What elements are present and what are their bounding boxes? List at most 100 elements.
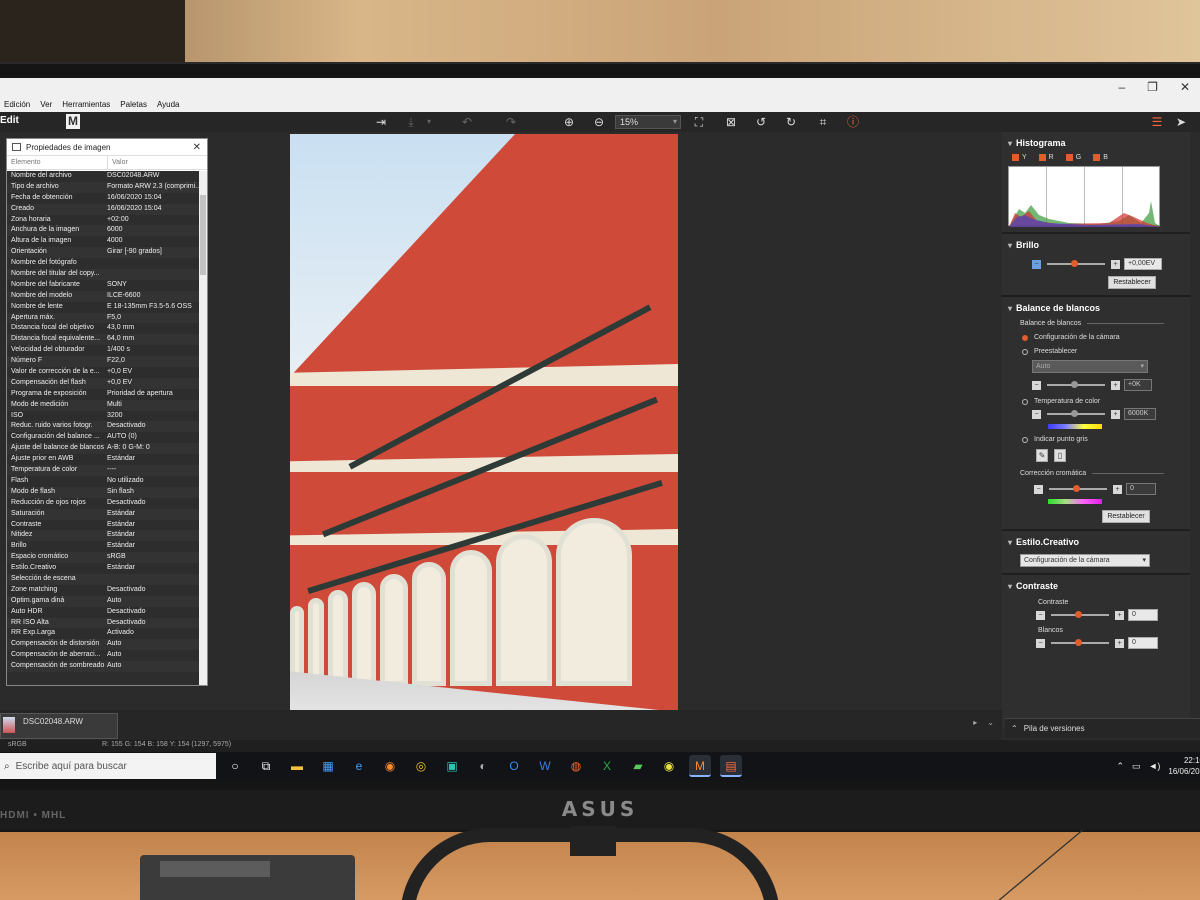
app-icon[interactable]: ◍ <box>565 755 587 777</box>
property-row[interactable]: Compensación del flash +0,0 EV <box>7 377 200 389</box>
chevron-up-icon[interactable]: ⌃ <box>1116 761 1124 772</box>
property-row[interactable]: RR Exp.Larga Activado <box>7 628 200 639</box>
property-row[interactable]: Ajuste prior en AWB Estándar <box>7 454 200 465</box>
property-row[interactable]: Espacio cromático sRGB <box>7 552 200 564</box>
property-row[interactable]: Selección de escena <box>7 573 200 585</box>
minus-icon[interactable]: − <box>1036 638 1045 648</box>
property-row[interactable]: Configuración del balance ... AUTO (0) <box>7 432 200 443</box>
app-icon[interactable]: ◐ <box>472 755 494 777</box>
tint-slider[interactable] <box>1049 485 1107 492</box>
filmstrip-item[interactable]: DSC02048.ARW <box>0 713 118 739</box>
channel-g-checkbox[interactable]: G <box>1065 154 1081 161</box>
slider-knob[interactable] <box>1071 410 1078 417</box>
word-icon[interactable]: W <box>534 755 556 777</box>
property-row[interactable]: Orientación Girar [-90 grados] <box>7 247 200 259</box>
taskbar-clock[interactable]: 22:10 16/06/202 <box>1168 755 1200 777</box>
scrollbar-thumb[interactable] <box>200 195 206 275</box>
cortana-icon[interactable]: ○ <box>224 755 246 777</box>
wb-camera-radio[interactable]: Configuración de la cámara <box>1002 334 1190 341</box>
property-row[interactable]: Velocidad del obturador 1/400 s <box>7 345 200 356</box>
property-row[interactable]: Número F F22,0 <box>7 356 200 368</box>
actual-size-icon[interactable]: ⊠ <box>722 114 740 130</box>
property-row[interactable]: Temperatura de color ---- <box>7 465 200 476</box>
property-row[interactable]: Distancia focal equivalente... 64,0 mm <box>7 334 200 346</box>
wb-temperature-value-field[interactable]: 6000K <box>1124 408 1156 420</box>
property-row[interactable]: Nombre del modelo ILCE-6600 <box>7 290 200 302</box>
eyedropper-icon[interactable]: ✎ <box>1036 449 1048 462</box>
property-row[interactable]: RR ISO Alta Desactivado <box>7 617 200 629</box>
rotate-left-icon[interactable]: ↺ <box>752 114 770 130</box>
whites-slider[interactable] <box>1051 639 1109 646</box>
property-row[interactable]: Brillo Estándar <box>7 541 200 552</box>
taskbar-search[interactable]: ⌕ Escribe aquí para buscar <box>0 753 216 779</box>
property-row[interactable]: Valor de corrección de la e... +0,0 EV <box>7 367 200 378</box>
photos-icon[interactable]: ▣ <box>441 755 463 777</box>
rotate-right-icon[interactable]: ↻ <box>782 114 800 130</box>
property-row[interactable]: Contraste Estándar <box>7 520 200 531</box>
property-row[interactable]: Zone matching Desactivado <box>7 585 200 596</box>
histogram-header[interactable]: ▾ Histograma <box>1002 136 1190 150</box>
plus-icon[interactable]: + <box>1111 259 1120 269</box>
wb-preset-radio[interactable]: Preestablecer <box>1002 348 1190 355</box>
network-icon[interactable]: ▭ <box>1132 761 1141 772</box>
minus-icon[interactable]: − <box>1032 380 1041 390</box>
tint-value-field[interactable]: 0 <box>1126 483 1156 495</box>
column-element[interactable]: Elemento <box>7 156 107 169</box>
chevron-down-icon[interactable]: ⌄ <box>987 718 994 727</box>
plus-icon[interactable]: + <box>1113 484 1122 494</box>
property-row[interactable]: Tipo de archivo Formato ARW 2.3 (comprimi… <box>7 181 200 193</box>
slider-knob[interactable] <box>1071 260 1078 267</box>
creative-style-header[interactable]: ▾ Estilo.Creativo <box>1002 535 1190 549</box>
channel-r-checkbox[interactable]: R <box>1038 154 1054 161</box>
plus-icon[interactable]: + <box>1111 380 1120 390</box>
property-row[interactable]: Anchura de la imagen 6000 <box>7 225 200 237</box>
save-dropdown-icon[interactable]: ▾ <box>424 114 434 130</box>
minus-icon[interactable]: − <box>1036 610 1045 620</box>
zoom-in-icon[interactable]: ⊕ <box>560 114 578 130</box>
property-row[interactable]: Fecha de obtención 16/06/2020 15:04 <box>7 193 200 204</box>
wb-temperature-radio[interactable]: Temperatura de color <box>1002 398 1190 405</box>
property-row[interactable]: Creado 16/06/2020 15:04 <box>7 203 200 215</box>
property-row[interactable]: ISO 3200 <box>7 411 200 422</box>
slider-knob[interactable] <box>1073 485 1080 492</box>
property-row[interactable]: Estilo.Creativo Estándar <box>7 563 200 574</box>
property-row[interactable]: Modo de medición Multi <box>7 399 200 411</box>
minus-icon[interactable]: − <box>1034 484 1043 494</box>
zoom-select[interactable]: 15% ▾ <box>615 115 681 129</box>
close-icon[interactable]: ✕ <box>1180 80 1190 94</box>
property-row[interactable]: Nombre de lente E 18-135mm F3.5-5.6 OSS <box>7 302 200 313</box>
plus-icon[interactable]: + <box>1111 409 1120 419</box>
brightness-reset-button[interactable]: Restablecer <box>1108 276 1156 289</box>
property-row[interactable]: Nombre del archivo DSC02048.ARW <box>7 171 200 182</box>
gray-point-box-icon[interactable]: ▯ <box>1054 449 1066 462</box>
maximize-icon[interactable]: ❐ <box>1147 80 1158 94</box>
wb-gray-point-radio[interactable]: Indicar punto gris <box>1002 436 1190 443</box>
property-row[interactable]: Apertura máx. F5,0 <box>7 312 200 324</box>
brightness-header[interactable]: ▾ Brillo <box>1002 238 1190 252</box>
zoom-out-icon[interactable]: ⊖ <box>590 114 608 130</box>
property-row[interactable]: Reducción de ojos rojos Desactivado <box>7 498 200 509</box>
property-row[interactable]: Ajuste del balance de blancos A-B: 0 G-M:… <box>7 443 200 455</box>
property-row[interactable]: Compensación de aberraci... Auto <box>7 650 200 661</box>
plus-icon[interactable]: + <box>1115 610 1124 620</box>
minus-icon[interactable]: − <box>1032 409 1041 419</box>
chrome-icon[interactable]: ◎ <box>410 755 432 777</box>
version-stack[interactable]: ⌃ Pila de versiones <box>1005 718 1200 738</box>
wb-temperature-slider[interactable] <box>1047 410 1105 417</box>
slider-knob[interactable] <box>1075 639 1082 646</box>
property-row[interactable]: Nitidez Estándar <box>7 530 200 542</box>
imaging-edge-icon[interactable]: M <box>689 755 711 777</box>
excel-icon[interactable]: X <box>596 755 618 777</box>
undo-icon[interactable]: ↶ <box>458 114 476 130</box>
property-row[interactable]: Zona horaria +02:00 <box>7 215 200 226</box>
property-row[interactable]: Flash No utilizado <box>7 476 200 487</box>
slider-knob[interactable] <box>1075 611 1082 618</box>
wb-preset-value-field[interactable]: +0K <box>1124 379 1152 391</box>
white-balance-header[interactable]: ▾ Balance de blancos <box>1002 301 1190 315</box>
wb-preset-slider[interactable] <box>1047 381 1105 388</box>
brightness-value-field[interactable]: +0,00EV <box>1124 258 1162 270</box>
photo-preview[interactable] <box>290 134 678 712</box>
redo-icon[interactable]: ↷ <box>502 114 520 130</box>
slider-knob[interactable] <box>1071 381 1078 388</box>
info-icon[interactable]: ⓘ <box>844 114 862 130</box>
